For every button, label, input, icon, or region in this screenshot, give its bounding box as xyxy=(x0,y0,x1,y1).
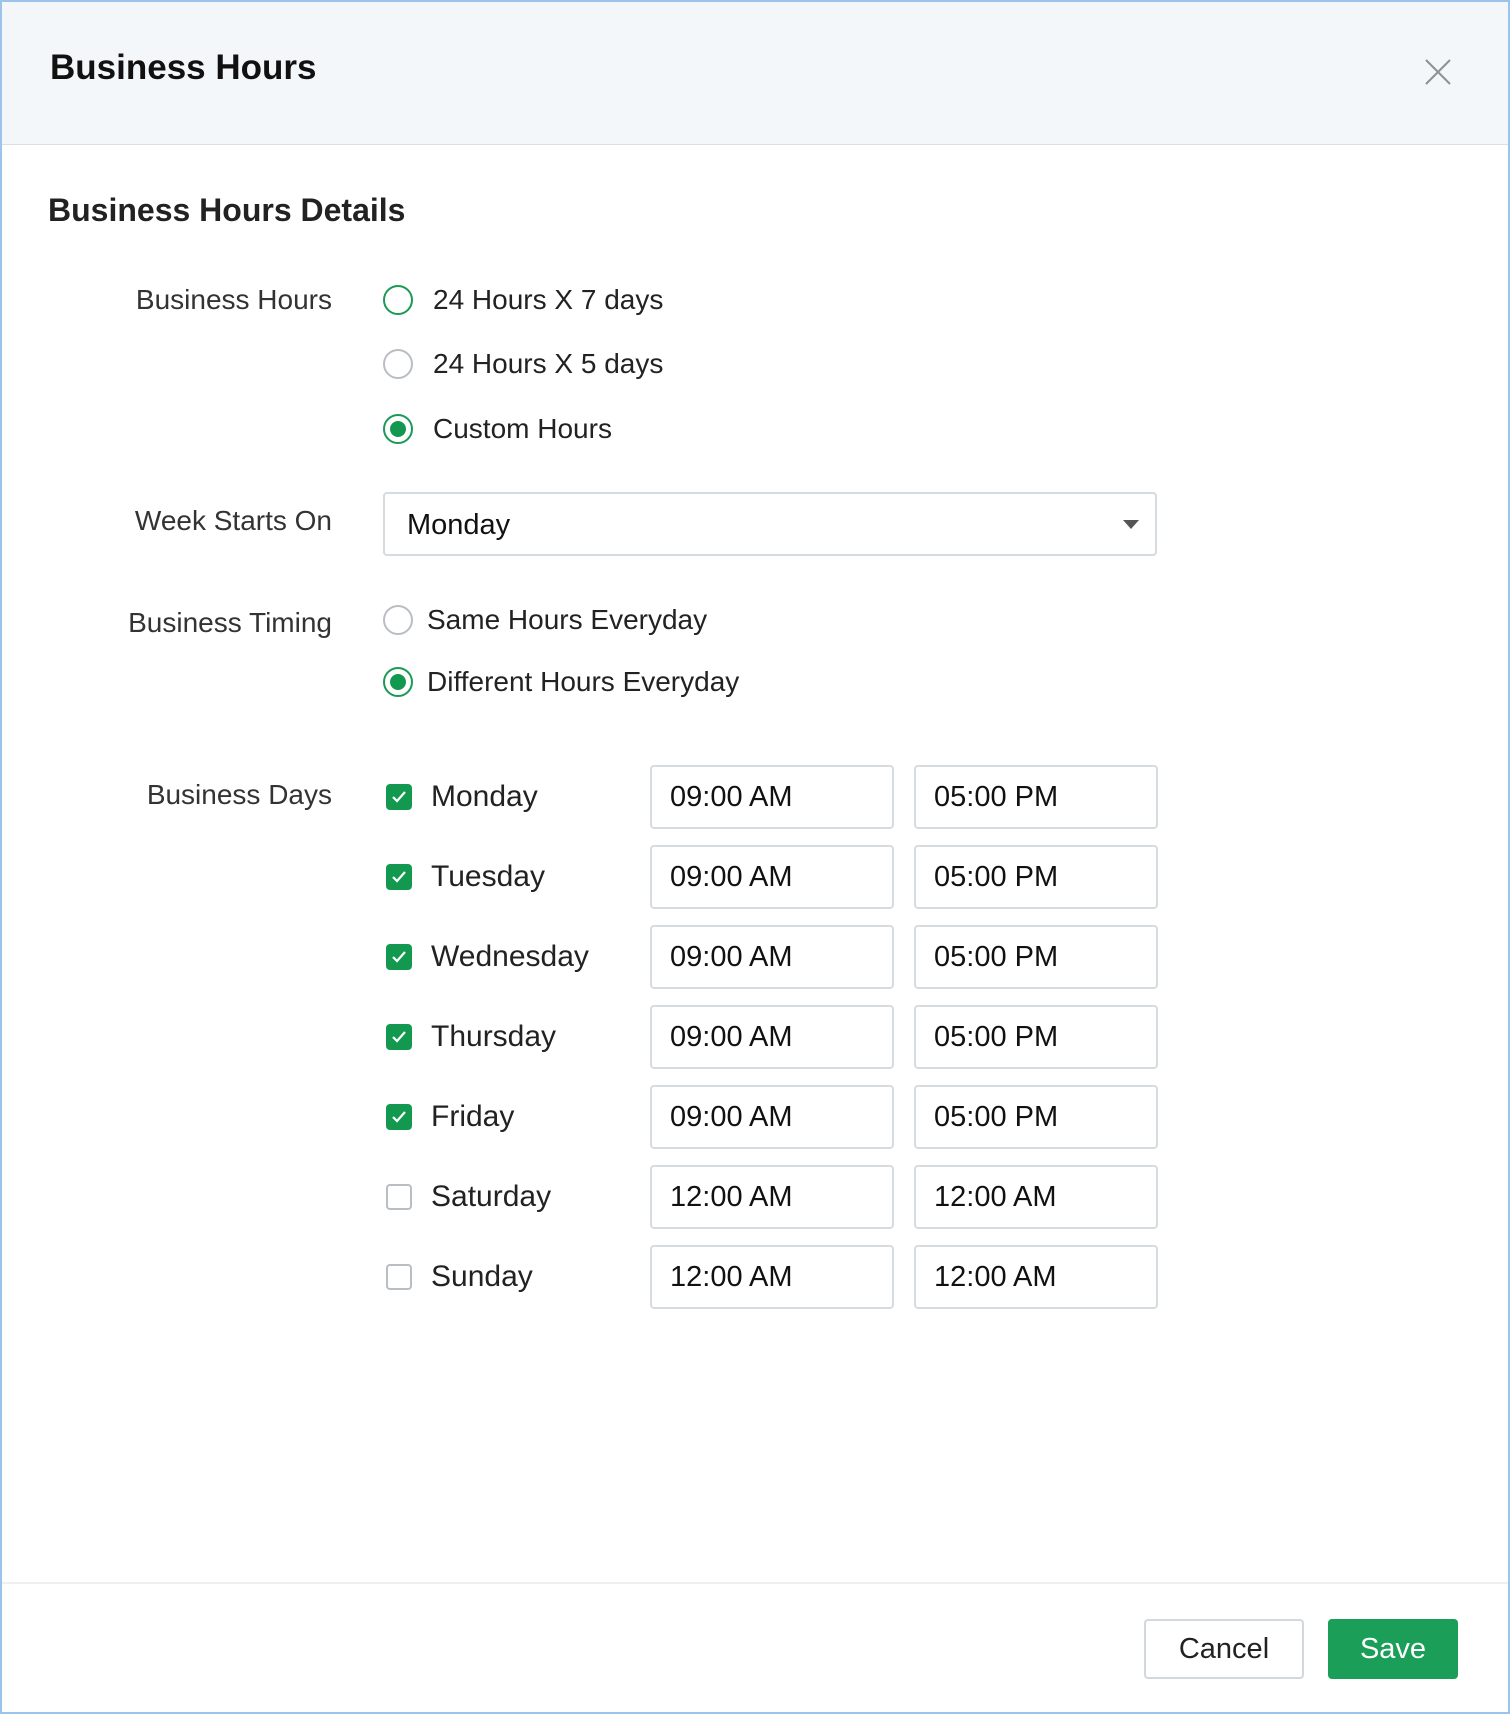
day-label: Thursday xyxy=(431,1020,557,1053)
checkbox[interactable] xyxy=(386,944,412,970)
radio-button[interactable] xyxy=(383,667,413,697)
end-time-input[interactable] xyxy=(914,845,1158,909)
select-value: Monday xyxy=(407,509,511,541)
checkbox[interactable] xyxy=(386,864,412,890)
radio-button[interactable] xyxy=(383,414,413,444)
business-hours-label: Business Hours xyxy=(135,284,332,315)
business-timing-label: Business Timing xyxy=(128,607,332,638)
radio-button[interactable] xyxy=(383,285,413,315)
end-time-input[interactable] xyxy=(914,1085,1158,1149)
day-label: Friday xyxy=(431,1100,515,1133)
save-button[interactable]: Save xyxy=(1328,1619,1458,1679)
end-time-input[interactable] xyxy=(914,925,1158,989)
day-row-monday[interactable]: Monday xyxy=(386,780,538,814)
start-time-input[interactable] xyxy=(650,925,894,989)
checkbox[interactable] xyxy=(386,1264,412,1290)
business-days-label: Business Days xyxy=(146,779,332,810)
radio-custom-hours[interactable]: Custom Hours xyxy=(383,413,612,445)
day-label: Saturday xyxy=(431,1180,552,1213)
business-hours-dialog: Business Hours Business Hours Details Bu… xyxy=(0,0,1510,1714)
checkbox[interactable] xyxy=(386,784,412,810)
radio-label: Different Hours Everyday xyxy=(427,666,740,697)
start-time-input[interactable] xyxy=(650,1005,894,1069)
day-label: Sunday xyxy=(431,1260,533,1293)
end-time-input[interactable] xyxy=(914,765,1158,829)
dialog-title: Business Hours xyxy=(50,48,317,87)
checkbox[interactable] xyxy=(386,1024,412,1050)
radio-24x5[interactable]: 24 Hours X 5 days xyxy=(383,348,663,380)
day-row-thursday[interactable]: Thursday xyxy=(386,1020,556,1054)
checkbox[interactable] xyxy=(386,1184,412,1210)
dialog-header: Business Hours xyxy=(2,2,1508,145)
day-row-wednesday[interactable]: Wednesday xyxy=(386,940,589,974)
end-time-input[interactable] xyxy=(914,1005,1158,1069)
end-time-input[interactable] xyxy=(914,1245,1158,1309)
radio-label: Same Hours Everyday xyxy=(427,604,708,635)
day-label: Monday xyxy=(431,780,538,813)
day-row-sunday[interactable]: Sunday xyxy=(386,1260,533,1294)
radio-button[interactable] xyxy=(383,349,413,379)
radio-24x7[interactable]: 24 Hours X 7 days xyxy=(383,284,663,316)
day-label: Wednesday xyxy=(431,940,589,973)
radio-same-hours[interactable]: Same Hours Everyday xyxy=(383,604,707,636)
start-time-input[interactable] xyxy=(650,1085,894,1149)
start-time-input[interactable] xyxy=(650,845,894,909)
day-row-friday[interactable]: Friday xyxy=(386,1100,514,1134)
start-time-input[interactable] xyxy=(650,765,894,829)
cancel-button[interactable]: Cancel xyxy=(1144,1619,1304,1679)
end-time-input[interactable] xyxy=(914,1165,1158,1229)
close-icon[interactable] xyxy=(1420,54,1456,90)
radio-label: 24 Hours X 7 days xyxy=(433,284,664,315)
caret-down-icon xyxy=(1123,520,1139,529)
day-label: Tuesday xyxy=(431,860,545,893)
day-row-tuesday[interactable]: Tuesday xyxy=(386,860,545,894)
radio-button[interactable] xyxy=(383,605,413,635)
radio-label: 24 Hours X 5 days xyxy=(433,348,664,379)
checkbox[interactable] xyxy=(386,1104,412,1130)
start-time-input[interactable] xyxy=(650,1165,894,1229)
radio-different-hours[interactable]: Different Hours Everyday xyxy=(383,666,739,698)
week-starts-on-select[interactable]: Monday xyxy=(383,492,1157,556)
week-starts-on-label: Week Starts On xyxy=(134,505,332,536)
start-time-input[interactable] xyxy=(650,1245,894,1309)
day-row-saturday[interactable]: Saturday xyxy=(386,1180,551,1214)
section-title: Business Hours Details xyxy=(48,192,406,228)
radio-label: Custom Hours xyxy=(433,413,612,444)
